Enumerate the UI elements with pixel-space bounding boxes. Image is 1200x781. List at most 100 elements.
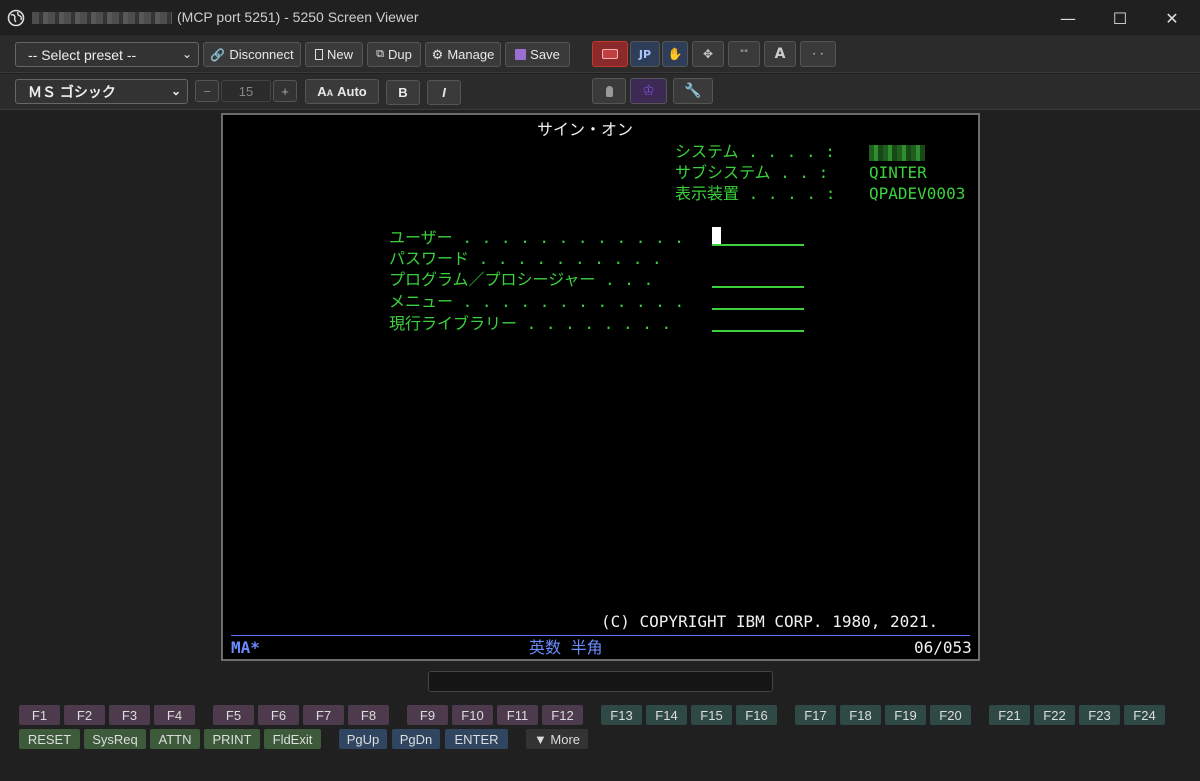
function-key-f3[interactable]: F3 [109,705,150,725]
subsystem-value: QINTER [869,163,927,182]
fldexit-key[interactable]: FldExit [264,729,321,749]
function-key-f23[interactable]: F23 [1079,705,1120,725]
font-select[interactable]: ＭＳ ゴシック ⌄ [15,79,188,104]
wrench-icon: 🔧 [684,83,702,99]
new-button[interactable]: New [305,42,363,67]
function-key-f5[interactable]: F5 [213,705,254,725]
menu-input-field[interactable] [712,308,804,310]
password-input-field[interactable] [712,265,804,267]
function-key-f10[interactable]: F10 [452,705,493,725]
quote-icon: "" [739,49,749,59]
dots-icon: · · [812,47,824,61]
window-title: (MCP port 5251) - 5250 Screen Viewer [177,9,419,25]
bold-button[interactable]: B [386,80,420,105]
screen-title: サイン・オン [537,120,634,139]
save-label: Save [530,47,560,62]
mouse-mode-button[interactable]: ✋ [662,41,688,67]
function-key-f16[interactable]: F16 [736,705,777,725]
font-size-field[interactable]: 15 [221,80,271,102]
device-label: 表示装置 . . . . : [675,184,836,203]
pgdn-key[interactable]: PgDn [392,729,440,749]
function-key-f4[interactable]: F4 [154,705,195,725]
user-input-field[interactable] [712,244,804,246]
function-key-f1[interactable]: F1 [19,705,60,725]
library-input-field[interactable] [712,330,804,332]
function-key-f6[interactable]: F6 [258,705,299,725]
system-label: システム . . . . : [675,142,835,161]
minimize-icon[interactable]: — [1056,6,1080,30]
auto-size-button[interactable]: AA Auto [305,79,379,104]
function-key-f17[interactable]: F17 [795,705,836,725]
user-label: ユーザー . . . . . . . . . . . . [389,228,684,247]
palette-icon: ♔ [642,83,655,99]
font-size-value: 15 [238,83,254,99]
program-input-field[interactable] [712,286,804,288]
terminal-screen[interactable]: サイン・オン システム . . . . : サブシステム . . : QINTE… [221,113,980,661]
function-key-f21[interactable]: F21 [989,705,1030,725]
preset-select-value: -- Select preset -- [28,46,137,63]
sysreq-key[interactable]: SysReq [84,729,146,749]
reset-key[interactable]: RESET [19,729,80,749]
chevron-down-icon: ⌄ [181,47,192,61]
maximize-icon[interactable]: ☐ [1108,6,1132,30]
title-bar: (MCP port 5251) - 5250 Screen Viewer — ☐… [0,0,1200,36]
function-key-f11[interactable]: F11 [497,705,538,725]
manage-button[interactable]: ⚙ Manage [425,42,501,67]
attn-key[interactable]: ATTN [150,729,200,749]
font-size-icon: AA [317,84,333,99]
font-a-button[interactable]: A [764,41,796,67]
pgup-key[interactable]: PgUp [339,729,387,749]
function-key-f12[interactable]: F12 [542,705,583,725]
settings-wrench-button[interactable]: 🔧 [673,78,713,104]
copyright-text: (C) COPYRIGHT IBM CORP. 1980, 2021. [601,612,939,631]
enter-key[interactable]: ENTER [445,729,508,749]
function-key-f18[interactable]: F18 [840,705,881,725]
redacted-system-name [869,145,925,161]
gear-icon: ⚙ [431,46,444,62]
font-size-increase-button[interactable]: + [273,80,297,102]
palette-button[interactable]: ♔ [630,78,667,104]
status-cursor-pos: 06/053 [914,638,972,657]
font-select-value: ＭＳ ゴシック [28,83,116,100]
function-key-f15[interactable]: F15 [691,705,732,725]
jp-label: JP [638,47,652,61]
quote-button[interactable]: "" [728,41,760,67]
preset-select[interactable]: -- Select preset -- ⌄ [15,42,199,67]
function-key-f7[interactable]: F7 [303,705,344,725]
function-key-f8[interactable]: F8 [348,705,389,725]
save-button[interactable]: Save [505,42,570,67]
function-key-f19[interactable]: F19 [885,705,926,725]
close-icon[interactable]: ✕ [1160,6,1184,30]
function-key-f22[interactable]: F22 [1034,705,1075,725]
function-key-f14[interactable]: F14 [646,705,687,725]
globe-icon [7,9,25,27]
new-label: New [326,47,353,62]
link-icon: 🔗 [210,47,226,62]
keyboard-toggle-button[interactable] [592,41,628,67]
function-key-f24[interactable]: F24 [1124,705,1165,725]
function-key-f9[interactable]: F9 [407,705,448,725]
more-dots-button[interactable]: · · [800,41,836,67]
auto-icon-big-a: A [317,84,327,99]
disconnect-button[interactable]: 🔗 Disconnect [203,42,301,67]
print-key[interactable]: PRINT [204,729,260,749]
font-size-decrease-button[interactable]: − [195,80,219,102]
crosshair-button[interactable]: ✥ [692,41,724,67]
dup-button[interactable]: ⧉ Dup [367,42,421,67]
more-keys-button[interactable]: ▼ More [526,729,588,749]
status-divider [231,635,970,636]
jp-toggle-button[interactable]: JP [630,41,660,67]
manage-label: Manage [447,47,495,62]
function-key-f2[interactable]: F2 [64,705,105,725]
function-key-f20[interactable]: F20 [930,705,971,725]
duplicate-icon: ⧉ [376,48,384,60]
command-input[interactable] [428,671,773,692]
status-input-mode: 英数 半角 [529,638,603,657]
subsystem-label: サブシステム . . : [675,163,829,182]
lightbulb-button[interactable] [592,78,626,104]
menu-label: メニュー . . . . . . . . . . . . [389,292,685,311]
keyboard-icon [602,49,618,59]
auto-icon-small-a: A [326,88,334,98]
italic-button[interactable]: I [427,80,461,105]
function-key-f13[interactable]: F13 [601,705,642,725]
